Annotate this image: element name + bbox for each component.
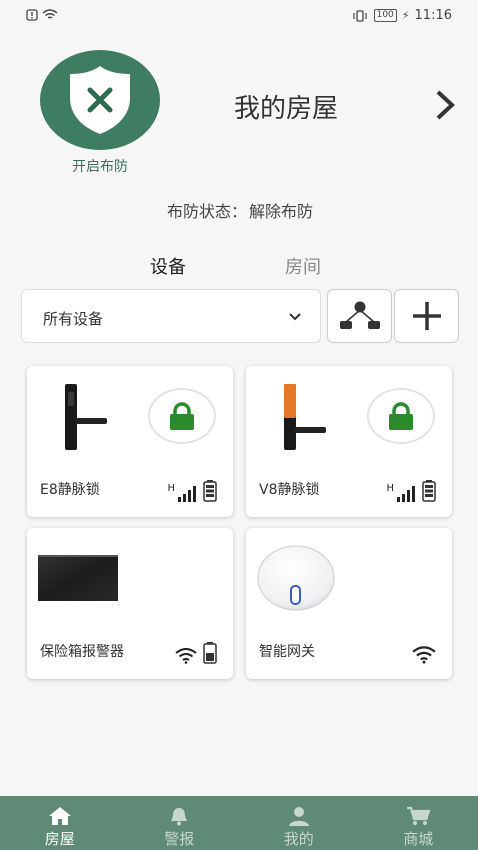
device-card-safe-alarm[interactable]: 保险箱报警器 bbox=[27, 528, 233, 679]
signal-strength: H bbox=[167, 484, 197, 502]
device-card-v8-lock[interactable]: V8静脉锁 H bbox=[246, 366, 452, 517]
gateway-image bbox=[257, 545, 335, 611]
v8-lock-image bbox=[284, 384, 326, 450]
topology-button[interactable] bbox=[327, 289, 392, 343]
wifi-icon bbox=[412, 646, 436, 664]
shield-disarmed-icon bbox=[70, 66, 130, 134]
battery-icon bbox=[203, 642, 217, 664]
wifi-icon bbox=[175, 648, 197, 664]
nav-item-profile[interactable]: 我的 bbox=[239, 796, 359, 850]
device-status-icons bbox=[412, 646, 436, 664]
clock: 11:16 bbox=[414, 8, 452, 23]
nav-item-alarm[interactable]: 警报 bbox=[120, 796, 240, 850]
device-status-icons: H bbox=[386, 480, 436, 502]
home-icon bbox=[48, 807, 71, 825]
tab-devices[interactable]: 设备 bbox=[150, 253, 186, 279]
signal-type-label: H bbox=[167, 483, 175, 494]
signal-type-label: H bbox=[386, 483, 394, 494]
nav-label: 房屋 bbox=[44, 830, 75, 848]
lock-button[interactable] bbox=[367, 388, 435, 444]
lock-icon bbox=[170, 402, 194, 430]
nav-item-shop[interactable]: 商城 bbox=[359, 796, 478, 850]
e8-lock-image bbox=[65, 384, 107, 450]
status-right: 100 ⚡ 11:16 bbox=[351, 8, 452, 23]
add-device-button[interactable] bbox=[394, 289, 459, 343]
battery-icon bbox=[203, 480, 217, 502]
arm-status-value: 解除布防 bbox=[249, 202, 314, 221]
device-name: 智能网关 bbox=[259, 644, 315, 660]
nav-label: 我的 bbox=[283, 830, 314, 848]
plus-icon bbox=[412, 302, 441, 330]
arm-status: 布防状态： 解除布防 bbox=[0, 198, 478, 222]
topology-icon bbox=[339, 301, 380, 329]
arm-button-label: 开启布防 bbox=[72, 159, 128, 175]
device-filter-dropdown[interactable]: 所有设备 bbox=[21, 289, 321, 343]
bottom-nav: 房屋 警报 我的 商城 bbox=[0, 796, 478, 850]
signal-bars-icon bbox=[397, 486, 415, 502]
device-filter-value: 所有设备 bbox=[43, 310, 104, 328]
vibrate-icon bbox=[353, 9, 367, 22]
arm-status-label: 布防状态： bbox=[166, 202, 247, 221]
nav-item-home[interactable]: 房屋 bbox=[0, 796, 120, 850]
device-name: 保险箱报警器 bbox=[40, 644, 124, 660]
status-left bbox=[26, 9, 58, 21]
lock-icon bbox=[389, 402, 413, 430]
nav-label: 警报 bbox=[164, 830, 195, 848]
alert-icon bbox=[26, 9, 38, 21]
status-bar: 100 ⚡ 11:16 bbox=[0, 0, 478, 34]
device-status-icons: H bbox=[167, 480, 217, 502]
arm-button[interactable] bbox=[40, 50, 160, 150]
device-card-e8-lock[interactable]: E8静脉锁 H bbox=[27, 366, 233, 517]
safe-alarm-image bbox=[38, 555, 118, 601]
home-title[interactable]: 我的房屋 bbox=[234, 88, 338, 125]
signal-strength: H bbox=[386, 484, 416, 502]
device-name: V8静脉锁 bbox=[259, 482, 320, 498]
tab-rooms[interactable]: 房间 bbox=[285, 253, 321, 279]
signal-bars-icon bbox=[178, 486, 196, 502]
lock-button[interactable] bbox=[148, 388, 216, 444]
chevron-right-icon[interactable] bbox=[430, 88, 460, 122]
nav-label: 商城 bbox=[403, 830, 434, 848]
wifi-icon bbox=[42, 9, 58, 19]
device-status-icons bbox=[175, 642, 217, 664]
battery-level: 100 bbox=[373, 9, 397, 22]
bell-icon bbox=[171, 808, 188, 826]
device-card-smart-gateway[interactable]: 智能网关 bbox=[246, 528, 452, 679]
device-name: E8静脉锁 bbox=[40, 482, 100, 498]
battery-icon bbox=[422, 480, 436, 502]
chevron-down-icon bbox=[289, 313, 301, 321]
user-icon bbox=[288, 807, 309, 826]
cart-icon bbox=[407, 806, 431, 825]
charging-icon: ⚡ bbox=[401, 9, 410, 22]
